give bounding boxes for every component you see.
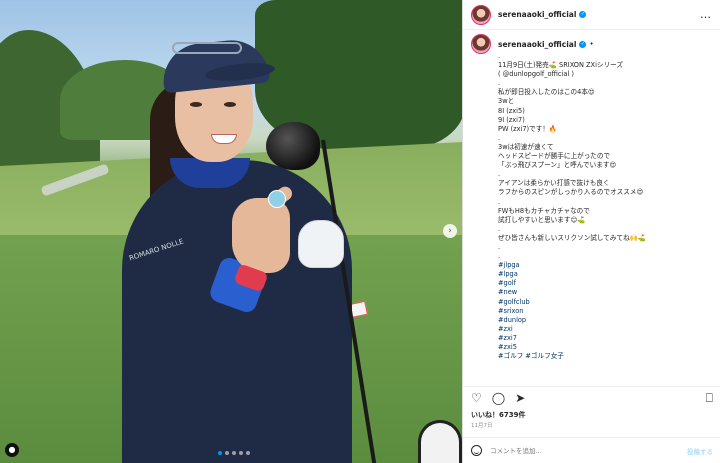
like-count[interactable]: いいね！6739件 xyxy=(471,410,525,420)
carousel-dot xyxy=(239,451,243,455)
caption-line: ラフからのスピンがしっかり入るのでオススメ😍 xyxy=(498,188,644,197)
caption-line: 3wは初速が速くて xyxy=(498,142,554,151)
emoji-icon[interactable] xyxy=(471,445,482,456)
sunglasses xyxy=(172,42,242,54)
caption-line: ぜひ皆さんも新しいスリクソン試してみてね🙌⛳ xyxy=(498,233,647,242)
hashtag-line[interactable]: #zxi7 xyxy=(498,334,713,343)
hashtag-line[interactable]: #golf xyxy=(498,279,713,288)
caption-line: . xyxy=(498,252,501,261)
avatar[interactable] xyxy=(471,4,491,25)
hashtag-line[interactable]: #dunlop xyxy=(498,316,713,325)
caption-line: 3wと xyxy=(498,97,515,106)
carousel-dot xyxy=(225,451,229,455)
user-tag-icon[interactable]: ● xyxy=(5,443,19,457)
caption-line: 試打しやすいと思います😊⛳ xyxy=(498,215,586,224)
share-icon[interactable]: ➤ xyxy=(515,392,525,404)
next-photo-button[interactable]: › xyxy=(443,224,457,238)
caption-line: . xyxy=(498,197,501,206)
caption-username[interactable]: serenaaoki_official xyxy=(498,40,576,49)
caption-area: serenaaoki_official ✓ • . 11月9日(土)発売⛳ SRI… xyxy=(463,34,720,380)
carousel-indicator xyxy=(218,451,250,455)
hashtag-line[interactable]: #new xyxy=(498,288,713,297)
caption-line: . xyxy=(498,224,501,233)
header-username[interactable]: serenaaoki_official xyxy=(498,10,576,19)
comment-bar: 投稿する xyxy=(463,437,720,463)
golf-glove xyxy=(298,220,344,268)
hashtag-line[interactable]: #ゴルフ #ゴルフ女子 xyxy=(498,352,713,361)
caption-header: serenaaoki_official ✓ • xyxy=(471,34,713,54)
post-header: serenaaoki_official ✓ … xyxy=(463,0,720,30)
post-comment-button[interactable]: 投稿する xyxy=(687,446,713,456)
caption-avatar[interactable] xyxy=(471,34,491,54)
golf-bag xyxy=(418,420,462,463)
caption-line: ヘッドスピードが勝手に上がったので xyxy=(498,152,611,161)
hashtag-line[interactable]: #lpga xyxy=(498,270,713,279)
post-photo[interactable]: ROMARO NOLLE › ● xyxy=(0,0,462,463)
carousel-dot xyxy=(232,451,236,455)
jacket-badge xyxy=(268,190,286,208)
more-options-icon[interactable]: … xyxy=(700,8,712,21)
caption-line: FWもH8もカチャカチャなので xyxy=(498,206,590,215)
heart-icon[interactable]: ♡ xyxy=(471,392,482,404)
hashtag-line[interactable]: #zxi xyxy=(498,325,713,334)
hashtag-line[interactable]: #zxi5 xyxy=(498,343,713,352)
verified-badge-icon: ✓ xyxy=(579,11,587,18)
caption-line: . xyxy=(498,52,501,60)
post-date[interactable]: 11月7日 xyxy=(471,421,493,429)
verified-badge-icon: ✓ xyxy=(579,40,587,48)
carousel-dot xyxy=(218,451,222,455)
caption-line: 「ぶっ飛びスプーン」と呼んでいます😍 xyxy=(498,161,617,170)
caption-line: . xyxy=(498,170,501,179)
post-side-panel: serenaaoki_official ✓ … serenaaoki_offic… xyxy=(462,0,720,463)
left-eye xyxy=(190,102,202,107)
caption-line: 私が即日投入したのはこの4本😍 xyxy=(498,88,595,97)
dot-separator: • xyxy=(589,40,594,48)
comment-icon[interactable]: ◯ xyxy=(492,392,505,404)
caption-line: . xyxy=(498,79,501,88)
right-eye xyxy=(224,102,236,107)
caption-line: 8I (zxi5) xyxy=(498,106,525,115)
caption-line: PW (zxi7)です！🔥 xyxy=(498,124,558,133)
club-head xyxy=(266,122,320,170)
caption-line: . xyxy=(498,133,501,142)
hashtag-line[interactable]: #jlpga xyxy=(498,261,713,270)
bookmark-icon[interactable]: ⎕ xyxy=(706,392,713,404)
action-bar: ♡ ◯ ➤ ⎕ xyxy=(463,386,720,408)
hashtag-line[interactable]: #srixon xyxy=(498,307,713,316)
caption-text: . 11月9日(土)発売⛳ SRIXON ZXiシリーズ( @dunlopgolf… xyxy=(498,52,713,361)
carousel-dot xyxy=(246,451,250,455)
caption-line: . xyxy=(498,242,501,251)
comment-input[interactable] xyxy=(490,446,650,455)
hashtag-line[interactable]: #golfclub xyxy=(498,298,713,307)
caption-line: ( @dunlopgolf_official ) xyxy=(498,70,574,79)
caption-line: 11月9日(土)発売⛳ SRIXON ZXiシリーズ xyxy=(498,61,623,70)
caption-line: 9I (zxi7) xyxy=(498,115,525,124)
person-jacket xyxy=(122,160,352,463)
